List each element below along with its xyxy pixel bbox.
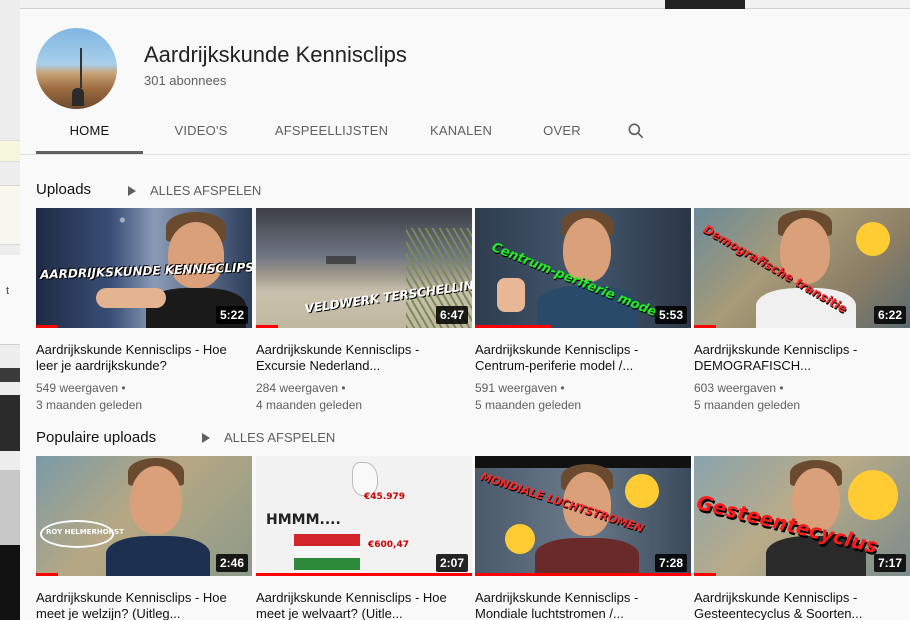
video-thumbnail[interactable]: Gesteentecyclus 7:17	[694, 456, 910, 576]
upload-age: 3 maanden geleden	[36, 398, 143, 412]
welvaart-value-car: €600,47	[368, 540, 409, 550]
video-meta: 603 weergaven • 5 maanden geleden	[694, 380, 910, 414]
channel-avatar[interactable]	[36, 28, 117, 109]
video-card[interactable]: VELDWERK TERSCHELLIN 6:47 Aardrijkskunde…	[256, 208, 472, 414]
video-card[interactable]: Demografische transitie 6:22 Aardrijksku…	[694, 208, 910, 414]
header-divider	[20, 154, 910, 155]
tab-channels[interactable]: KANALEN	[404, 107, 518, 154]
video-card[interactable]: ROY HELMERHORST 2:46 Aardrijkskunde Kenn…	[36, 456, 252, 620]
subscriber-count: 301 abonnees	[144, 73, 227, 88]
channel-name: Aardrijkskunde Kennisclips	[144, 42, 407, 67]
video-thumbnail[interactable]: Centrum-periferie model 5:53	[475, 208, 691, 328]
watch-progress-bar	[694, 325, 716, 328]
video-thumbnail[interactable]: MONDIALE LUCHTSTROMEN 7:28	[475, 456, 691, 576]
upload-age: 5 maanden geleden	[694, 398, 801, 412]
video-thumbnail[interactable]: ROY HELMERHORST 2:46	[36, 456, 252, 576]
video-duration: 7:17	[873, 554, 906, 572]
tab-playlists[interactable]: AFSPEELLIJSTEN	[259, 107, 404, 154]
video-thumbnail[interactable]: AARDRIJKSKUNDE KENNISCLIPS 5:22	[36, 208, 252, 328]
watch-progress-bar	[475, 325, 551, 328]
video-duration: 2:46	[215, 554, 248, 572]
background-window-text: t	[6, 285, 10, 297]
view-count: 591 weergaven •	[475, 381, 565, 395]
play-all-popular-button[interactable]: ALLES AFSPELEN	[202, 430, 335, 445]
video-duration: 2:07	[435, 554, 468, 572]
view-count: 549 weergaven •	[36, 381, 126, 395]
video-meta: 284 weergaven • 4 maanden geleden	[256, 380, 472, 414]
tab-about[interactable]: OVER	[518, 107, 606, 154]
video-title[interactable]: Aardrijkskunde Kennisclips - Centrum-per…	[475, 342, 691, 374]
view-count: 284 weergaven •	[256, 381, 346, 395]
video-title[interactable]: Aardrijkskunde Kennisclips - Excursie Ne…	[256, 342, 472, 374]
video-title[interactable]: Aardrijkskunde Kennisclips - Hoe leer je…	[36, 342, 252, 374]
video-card[interactable]: Centrum-periferie model 5:53 Aardrijksku…	[475, 208, 691, 414]
video-thumbnail[interactable]: HMMM.... €45.979 €600,47 2:07	[256, 456, 472, 576]
watch-progress-bar	[256, 573, 472, 576]
grin-emoji-icon	[848, 470, 898, 520]
video-title[interactable]: Aardrijkskunde Kennisclips - Hoe meet je…	[36, 590, 252, 620]
tab-home[interactable]: HOME	[36, 107, 143, 154]
upload-age: 5 maanden geleden	[475, 398, 582, 412]
section-title-popular-uploads[interactable]: Populaire uploads	[36, 429, 156, 446]
smiley-emoji-icon	[856, 222, 890, 256]
youtube-channel-page: Aardrijkskunde Kennisclips 301 abonnees …	[20, 9, 910, 620]
thumbnail-overlay-text: ROY HELMERHORST	[46, 528, 124, 536]
video-duration: 7:28	[654, 554, 687, 572]
video-title[interactable]: Aardrijkskunde Kennisclips - Mondiale lu…	[475, 590, 691, 620]
upload-age: 4 maanden geleden	[256, 398, 363, 412]
video-card[interactable]: HMMM.... €45.979 €600,47 2:07 Aardrijksk…	[256, 456, 472, 620]
background-window: t	[0, 0, 20, 620]
video-duration: 5:22	[215, 306, 248, 324]
play-icon	[128, 185, 136, 196]
watch-progress-bar	[36, 325, 58, 328]
video-thumbnail[interactable]: Demografische transitie 6:22	[694, 208, 910, 328]
video-meta: 591 weergaven • 5 maanden geleden	[475, 380, 691, 414]
welvaart-value-netherlands: €45.979	[364, 492, 405, 502]
video-duration: 6:47	[435, 306, 468, 324]
video-duration: 6:22	[873, 306, 906, 324]
thinking-emoji-icon	[625, 474, 659, 508]
video-title[interactable]: Aardrijkskunde Kennisclips - DEMOGRAFISC…	[694, 342, 910, 374]
watch-progress-bar	[475, 573, 691, 576]
channel-tabs: HOME VIDEO'S AFSPEELLIJSTEN KANALEN OVER	[36, 107, 666, 154]
video-card[interactable]: Gesteentecyclus 7:17 Aardrijkskunde Kenn…	[694, 456, 910, 620]
play-all-uploads-button[interactable]: ALLES AFSPELEN	[128, 183, 261, 198]
video-card[interactable]: MONDIALE LUCHTSTROMEN 7:28 Aardrijkskund…	[475, 456, 691, 620]
search-button[interactable]	[606, 107, 666, 154]
video-meta: 549 weergaven • 3 maanden geleden	[36, 380, 252, 414]
video-title[interactable]: Aardrijkskunde Kennisclips - Hoe meet je…	[256, 590, 472, 620]
play-all-label: ALLES AFSPELEN	[150, 183, 262, 198]
section-title-uploads[interactable]: Uploads	[36, 181, 91, 198]
play-icon	[202, 432, 210, 443]
channel-header: Aardrijkskunde Kennisclips 301 abonnees …	[20, 9, 910, 155]
play-all-label: ALLES AFSPELEN	[224, 430, 336, 445]
view-count: 603 weergaven •	[694, 381, 784, 395]
tab-videos[interactable]: VIDEO'S	[143, 107, 259, 154]
screen: t Aardrijkskunde Kennisclips 301 abonnee…	[0, 0, 910, 620]
watch-progress-bar	[694, 573, 716, 576]
video-title[interactable]: Aardrijkskunde Kennisclips - Gesteentecy…	[694, 590, 910, 620]
search-icon	[628, 123, 644, 138]
background-window-top	[20, 0, 910, 9]
video-duration: 5:53	[654, 306, 687, 324]
thumbnail-overlay-text: HMMM....	[266, 512, 341, 528]
sweat-smile-emoji-icon	[505, 524, 535, 554]
watch-progress-bar	[256, 325, 278, 328]
video-card[interactable]: AARDRIJKSKUNDE KENNISCLIPS 5:22 Aardrijk…	[36, 208, 252, 414]
watch-progress-bar	[36, 573, 58, 576]
video-thumbnail[interactable]: VELDWERK TERSCHELLIN 6:47	[256, 208, 472, 328]
